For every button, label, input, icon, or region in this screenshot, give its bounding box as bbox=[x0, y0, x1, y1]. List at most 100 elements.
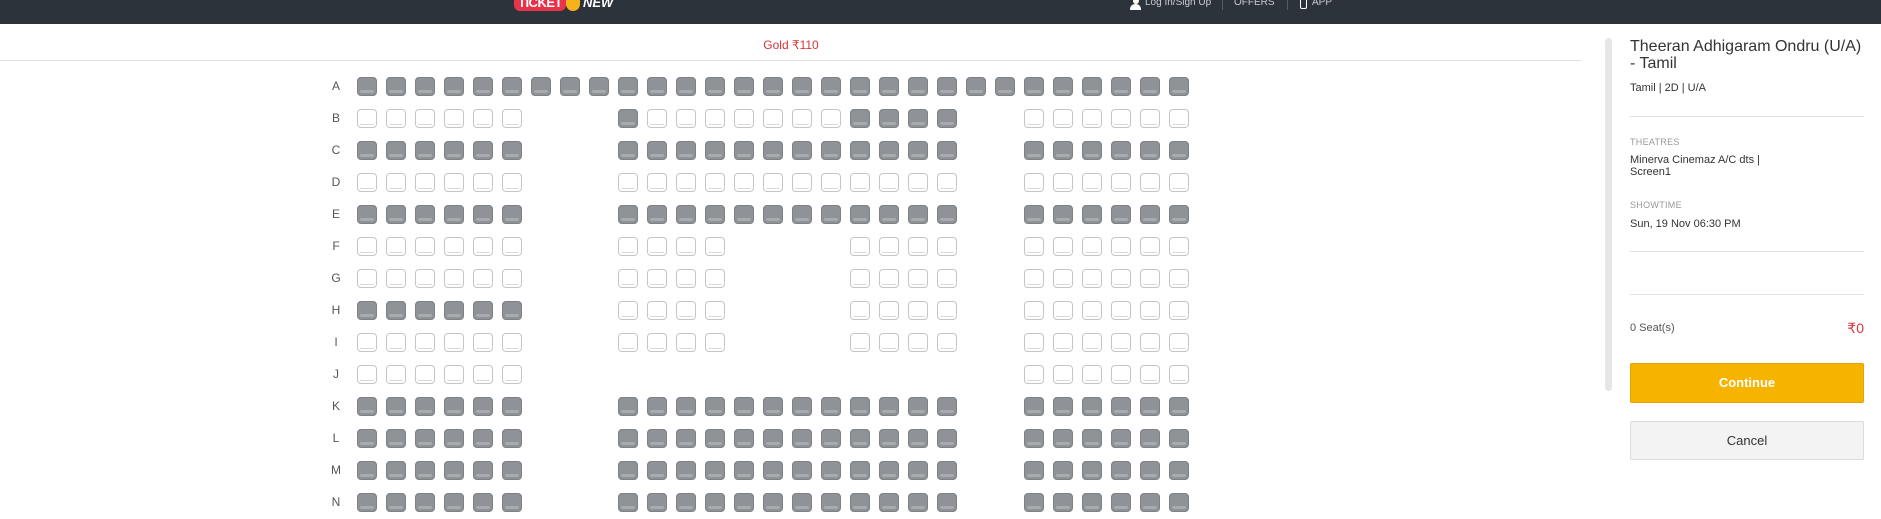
seat-g-27-available[interactable] bbox=[1111, 269, 1131, 288]
seat-b-24-available[interactable] bbox=[1024, 109, 1044, 128]
seat-d-19-available[interactable] bbox=[879, 173, 899, 192]
seat-i-25-available[interactable] bbox=[1053, 333, 1073, 352]
seat-f-29-available[interactable] bbox=[1169, 237, 1189, 256]
seat-i-1-available[interactable] bbox=[357, 333, 377, 352]
seat-j-6-available[interactable] bbox=[502, 365, 522, 384]
seat-j-26-available[interactable] bbox=[1082, 365, 1102, 384]
seat-b-29-available[interactable] bbox=[1169, 109, 1189, 128]
seat-d-21-available[interactable] bbox=[937, 173, 957, 192]
seat-j-5-available[interactable] bbox=[473, 365, 493, 384]
seat-d-16-available[interactable] bbox=[792, 173, 812, 192]
seat-b-17-available[interactable] bbox=[821, 109, 841, 128]
seat-h-10-available[interactable] bbox=[618, 301, 638, 320]
seat-h-29-available[interactable] bbox=[1169, 301, 1189, 320]
seat-g-13-available[interactable] bbox=[705, 269, 725, 288]
seat-f-21-available[interactable] bbox=[937, 237, 957, 256]
seat-d-24-available[interactable] bbox=[1024, 173, 1044, 192]
seat-g-1-available[interactable] bbox=[357, 269, 377, 288]
seat-f-5-available[interactable] bbox=[473, 237, 493, 256]
seat-i-10-available[interactable] bbox=[618, 333, 638, 352]
seat-j-4-available[interactable] bbox=[444, 365, 464, 384]
seat-i-13-available[interactable] bbox=[705, 333, 725, 352]
seat-f-27-available[interactable] bbox=[1111, 237, 1131, 256]
seat-f-13-available[interactable] bbox=[705, 237, 725, 256]
seat-g-4-available[interactable] bbox=[444, 269, 464, 288]
seat-h-26-available[interactable] bbox=[1082, 301, 1102, 320]
seat-i-3-available[interactable] bbox=[415, 333, 435, 352]
seat-g-25-available[interactable] bbox=[1053, 269, 1073, 288]
login-signup-link[interactable]: Log In/Sign Up bbox=[1130, 0, 1211, 11]
seat-j-27-available[interactable] bbox=[1111, 365, 1131, 384]
seat-h-21-available[interactable] bbox=[937, 301, 957, 320]
seat-d-15-available[interactable] bbox=[763, 173, 783, 192]
seat-g-12-available[interactable] bbox=[676, 269, 696, 288]
seat-g-24-available[interactable] bbox=[1024, 269, 1044, 288]
seat-f-28-available[interactable] bbox=[1140, 237, 1160, 256]
app-link[interactable]: APP bbox=[1300, 0, 1332, 11]
seat-f-26-available[interactable] bbox=[1082, 237, 1102, 256]
seat-b-25-available[interactable] bbox=[1053, 109, 1073, 128]
seat-j-1-available[interactable] bbox=[357, 365, 377, 384]
ticketnew-logo[interactable]: TICKET NEW bbox=[514, 0, 616, 11]
continue-button[interactable]: Continue bbox=[1630, 363, 1864, 403]
seat-h-19-available[interactable] bbox=[879, 301, 899, 320]
seat-j-24-available[interactable] bbox=[1024, 365, 1044, 384]
seat-g-28-available[interactable] bbox=[1140, 269, 1160, 288]
seat-f-20-available[interactable] bbox=[908, 237, 928, 256]
seat-i-28-available[interactable] bbox=[1140, 333, 1160, 352]
seat-g-6-available[interactable] bbox=[502, 269, 522, 288]
seat-b-11-available[interactable] bbox=[647, 109, 667, 128]
seat-f-12-available[interactable] bbox=[676, 237, 696, 256]
seat-h-13-available[interactable] bbox=[705, 301, 725, 320]
seat-b-4-available[interactable] bbox=[444, 109, 464, 128]
offers-link[interactable]: OFFERS bbox=[1234, 0, 1275, 11]
seat-g-21-available[interactable] bbox=[937, 269, 957, 288]
seat-i-12-available[interactable] bbox=[676, 333, 696, 352]
seat-i-27-available[interactable] bbox=[1111, 333, 1131, 352]
seat-d-18-available[interactable] bbox=[850, 173, 870, 192]
seat-i-11-available[interactable] bbox=[647, 333, 667, 352]
seat-g-3-available[interactable] bbox=[415, 269, 435, 288]
seat-d-10-available[interactable] bbox=[618, 173, 638, 192]
seat-f-11-available[interactable] bbox=[647, 237, 667, 256]
seat-d-2-available[interactable] bbox=[386, 173, 406, 192]
seat-d-27-available[interactable] bbox=[1111, 173, 1131, 192]
seat-d-1-available[interactable] bbox=[357, 173, 377, 192]
seat-g-26-available[interactable] bbox=[1082, 269, 1102, 288]
seat-f-18-available[interactable] bbox=[850, 237, 870, 256]
seat-b-14-available[interactable] bbox=[734, 109, 754, 128]
seat-f-24-available[interactable] bbox=[1024, 237, 1044, 256]
seat-h-20-available[interactable] bbox=[908, 301, 928, 320]
seat-i-2-available[interactable] bbox=[386, 333, 406, 352]
seat-d-14-available[interactable] bbox=[734, 173, 754, 192]
seat-b-16-available[interactable] bbox=[792, 109, 812, 128]
seat-b-1-available[interactable] bbox=[357, 109, 377, 128]
seat-f-1-available[interactable] bbox=[357, 237, 377, 256]
seat-f-25-available[interactable] bbox=[1053, 237, 1073, 256]
seat-j-2-available[interactable] bbox=[386, 365, 406, 384]
seat-b-12-available[interactable] bbox=[676, 109, 696, 128]
seat-f-4-available[interactable] bbox=[444, 237, 464, 256]
seat-i-21-available[interactable] bbox=[937, 333, 957, 352]
seat-d-28-available[interactable] bbox=[1140, 173, 1160, 192]
seat-g-29-available[interactable] bbox=[1169, 269, 1189, 288]
seat-i-4-available[interactable] bbox=[444, 333, 464, 352]
seat-f-19-available[interactable] bbox=[879, 237, 899, 256]
seat-i-26-available[interactable] bbox=[1082, 333, 1102, 352]
seat-g-18-available[interactable] bbox=[850, 269, 870, 288]
seat-i-6-available[interactable] bbox=[502, 333, 522, 352]
seat-d-17-available[interactable] bbox=[821, 173, 841, 192]
seat-h-25-available[interactable] bbox=[1053, 301, 1073, 320]
seat-panel-scrollbar[interactable] bbox=[1605, 38, 1612, 391]
seat-b-28-available[interactable] bbox=[1140, 109, 1160, 128]
seat-d-20-available[interactable] bbox=[908, 173, 928, 192]
seat-h-18-available[interactable] bbox=[850, 301, 870, 320]
seat-f-2-available[interactable] bbox=[386, 237, 406, 256]
seat-i-20-available[interactable] bbox=[908, 333, 928, 352]
seat-d-11-available[interactable] bbox=[647, 173, 667, 192]
seat-i-5-available[interactable] bbox=[473, 333, 493, 352]
seat-b-6-available[interactable] bbox=[502, 109, 522, 128]
seat-g-11-available[interactable] bbox=[647, 269, 667, 288]
seat-d-29-available[interactable] bbox=[1169, 173, 1189, 192]
seat-b-2-available[interactable] bbox=[386, 109, 406, 128]
